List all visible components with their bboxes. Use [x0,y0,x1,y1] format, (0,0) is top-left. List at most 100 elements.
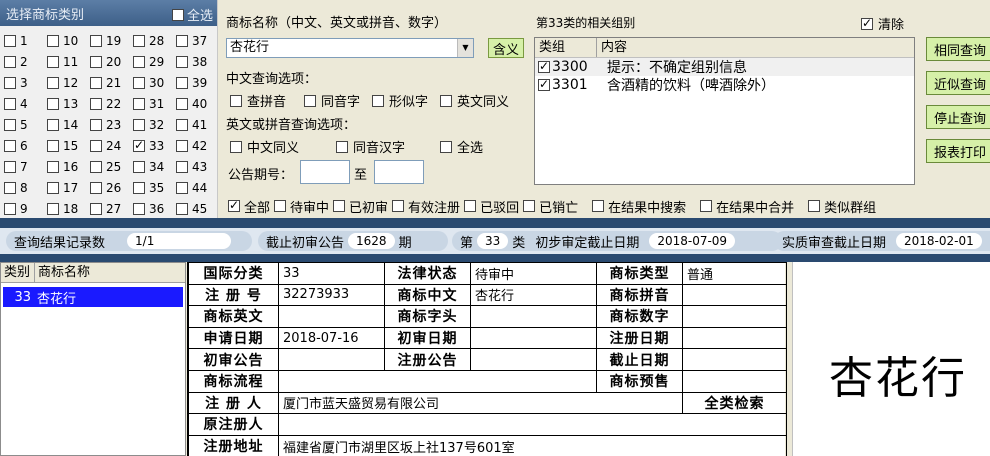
class-checkbox-20[interactable]: 20 [90,51,133,72]
table-row[interactable]: 3301 含酒精的饮料（啤酒除外） [535,76,914,94]
class-checkbox-27[interactable]: 27 [90,198,133,219]
class-checkbox-30[interactable]: 30 [133,72,176,93]
class-checkbox-9[interactable]: 9 [4,198,47,219]
class-checkbox-21[interactable]: 21 [90,72,133,93]
class-checkbox-25[interactable]: 25 [90,156,133,177]
filter-checkbox-8[interactable]: 类似群组 [808,197,876,216]
class-checkbox-box[interactable] [90,139,102,152]
class-checkbox-box[interactable] [4,139,16,152]
class-checkbox-8[interactable]: 8 [4,177,47,198]
trademark-name-input[interactable]: 杏花行 ▼ [226,38,474,58]
class-checkbox-3[interactable]: 3 [4,72,47,93]
class-checkbox-17[interactable]: 17 [47,177,90,198]
class-checkbox-box[interactable] [4,55,16,68]
class-checkbox-box[interactable] [90,55,102,68]
class-checkbox-40[interactable]: 40 [176,93,219,114]
class-checkbox-box[interactable] [90,34,102,47]
class-checkbox-box[interactable] [47,181,59,194]
class-checkbox-44[interactable]: 44 [176,177,219,198]
class-checkbox-box[interactable] [90,181,102,194]
class-checkbox-6[interactable]: 6 [4,135,47,156]
class-checkbox-37[interactable]: 37 [176,30,219,51]
same-query-button[interactable]: 相同查询 [926,37,990,61]
all-class-search-button[interactable]: 全类检索 [682,391,787,415]
class-checkbox-39[interactable]: 39 [176,72,219,93]
filter-checkbox-box[interactable] [464,200,477,212]
class-checkbox-box[interactable] [133,76,145,89]
class-checkbox-box[interactable] [4,34,16,47]
cn-option-similar-shape[interactable]: 形似字 [372,91,428,110]
list-item[interactable]: 33 杏花行 [3,287,183,307]
filter-checkbox-box[interactable] [274,200,287,212]
class-checkbox-box[interactable] [47,34,59,47]
class-checkbox-box[interactable] [47,97,59,110]
filter-checkbox-box[interactable] [592,200,605,212]
class-checkbox-box[interactable] [47,76,59,89]
class-checkbox-38[interactable]: 38 [176,51,219,72]
class-checkbox-23[interactable]: 23 [90,114,133,135]
class-checkbox-28[interactable]: 28 [133,30,176,51]
class-checkbox-32[interactable]: 32 [133,114,176,135]
filter-checkbox-5[interactable]: 已销亡 [523,197,578,216]
filter-checkbox-4[interactable]: 已驳回 [464,197,519,216]
filter-checkbox-6[interactable]: 在结果中搜索 [592,197,686,216]
class-checkbox-26[interactable]: 26 [90,177,133,198]
class-checkbox-box[interactable] [47,118,59,131]
en-option-select-all[interactable]: 全选 [440,137,483,156]
class-checkbox-box[interactable] [133,138,145,152]
class-checkbox-24[interactable]: 24 [90,135,133,156]
class-checkbox-box[interactable] [133,202,145,215]
class-checkbox-box[interactable] [176,160,188,173]
class-checkbox-35[interactable]: 35 [133,177,176,198]
filter-checkbox-box[interactable] [523,200,536,212]
class-checkbox-36[interactable]: 36 [133,198,176,219]
class-checkbox-13[interactable]: 13 [47,93,90,114]
class-checkbox-1[interactable]: 1 [4,30,47,51]
class-checkbox-box[interactable] [176,118,188,131]
cn-option-english-synonym[interactable]: 英文同义 [440,91,509,110]
class-checkbox-box[interactable] [47,202,59,215]
meaning-button[interactable]: 含义 [488,38,524,58]
class-checkbox-16[interactable]: 16 [47,156,90,177]
cn-option-pinyin[interactable]: 查拼音 [230,91,286,110]
class-checkbox-box[interactable] [4,160,16,173]
filter-checkbox-box[interactable] [228,198,240,212]
class-checkbox-box[interactable] [4,76,16,89]
class-checkbox-4[interactable]: 4 [4,93,47,114]
class-checkbox-box[interactable] [176,76,188,89]
class-checkbox-10[interactable]: 10 [47,30,90,51]
class-checkbox-12[interactable]: 12 [47,72,90,93]
class-checkbox-43[interactable]: 43 [176,156,219,177]
class-checkbox-31[interactable]: 31 [133,93,176,114]
chevron-down-icon[interactable]: ▼ [457,39,473,57]
class-checkbox-box[interactable] [47,139,59,152]
similar-query-button[interactable]: 近似查询 [926,71,990,95]
class-checkbox-box[interactable] [47,160,59,173]
class-checkbox-box[interactable] [133,181,145,194]
filter-checkbox-box[interactable] [700,200,713,212]
class-checkbox-box[interactable] [176,34,188,47]
class-checkbox-5[interactable]: 5 [4,114,47,135]
group-row-checkbox[interactable] [538,59,550,73]
print-report-button[interactable]: 报表打印 [926,139,990,163]
class-checkbox-box[interactable] [90,118,102,131]
cn-option-homophone[interactable]: 同音字 [304,91,360,110]
class-checkbox-34[interactable]: 34 [133,156,176,177]
class-checkbox-box[interactable] [4,181,16,194]
filter-checkbox-3[interactable]: 有效注册 [392,197,460,216]
class-checkbox-41[interactable]: 41 [176,114,219,135]
class-checkbox-22[interactable]: 22 [90,93,133,114]
class-checkbox-box[interactable] [133,55,145,68]
filter-checkbox-box[interactable] [333,200,346,212]
class-checkbox-box[interactable] [4,97,16,110]
class-checkbox-box[interactable] [90,97,102,110]
class-checkbox-19[interactable]: 19 [90,30,133,51]
class-checkbox-box[interactable] [176,97,188,110]
class-checkbox-box[interactable] [133,34,145,47]
class-checkbox-2[interactable]: 2 [4,51,47,72]
class-checkbox-box[interactable] [176,202,188,215]
notice-period-from-input[interactable] [300,160,350,184]
class-checkbox-29[interactable]: 29 [133,51,176,72]
class-checkbox-box[interactable] [47,55,59,68]
notice-period-to-input[interactable] [374,160,424,184]
